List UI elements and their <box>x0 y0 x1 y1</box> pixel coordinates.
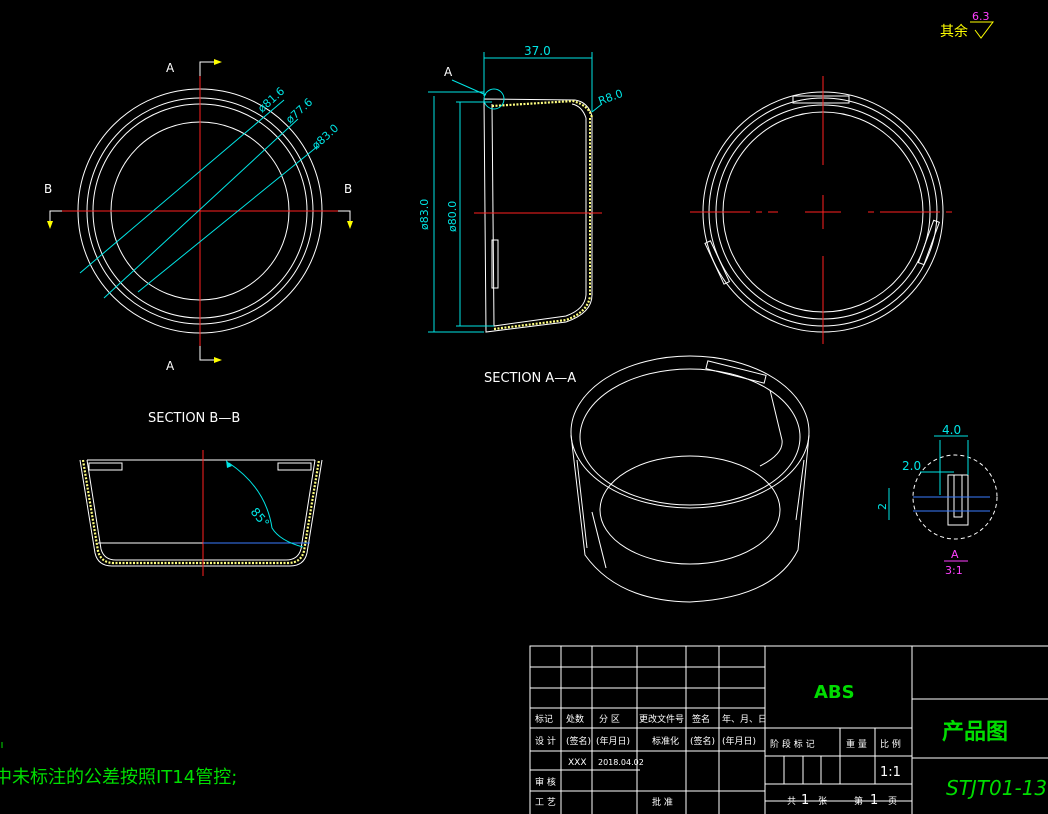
dim-d3: ø83.0 <box>309 122 341 153</box>
roughness-value: 6.3 <box>972 10 990 23</box>
dim-d2: ø77.6 <box>283 96 315 127</box>
tb-scale-value: 1:1 <box>880 765 901 780</box>
tb-process: 工 艺 <box>535 797 556 808</box>
tb-designer: XXX <box>568 758 587 768</box>
detail-scale: 3:1 <box>945 564 963 577</box>
tb-label-sign: 签名 <box>692 713 710 725</box>
dim-outer-dia: ø83.0 <box>418 199 431 230</box>
section-aa-title: SECTION A—A <box>484 371 576 386</box>
detail-a-view: 4.0 2.0 2 A 3:1 <box>876 423 998 577</box>
tb-drawing-number: STJT01-13 <box>946 776 1047 800</box>
tb-sheets-total-suffix: 张 <box>818 796 827 807</box>
tb-design-label: 设 计 <box>535 735 556 747</box>
section-bb-title: SECTION B—B <box>148 411 240 426</box>
tb-weight-label: 重 量 <box>846 738 867 750</box>
tb-sheets-page-prefix: 第 <box>854 795 863 807</box>
tb-sheets-page-suffix: 页 <box>888 796 897 807</box>
detail-dim-side: 2 <box>876 503 889 510</box>
tb-approve: 批 准 <box>652 796 673 808</box>
detail-dim-left: 2.0 <box>902 459 921 473</box>
tb-standard-label: 标准化 <box>652 735 679 747</box>
cad-drawing: 其余 6.3 ø81.6 ø77.6 ø83.0 A A B B A 37.0 … <box>0 10 1048 814</box>
tolerance-note: 中未标注的公差按照IT14管控; <box>0 767 237 788</box>
tb-label-count: 处数 <box>566 713 584 725</box>
dim-angle: 85° <box>248 505 272 530</box>
dim-inner-dia: ø80.0 <box>446 201 459 232</box>
section-marker-a-bottom: A <box>166 359 175 373</box>
isometric-view <box>570 355 810 603</box>
tb-standard-sign: (签名) <box>690 735 715 747</box>
tb-label-change-doc: 更改文件号 <box>639 713 684 725</box>
detail-dim-top: 4.0 <box>942 423 961 437</box>
tb-standard-date: (年月日) <box>722 735 756 747</box>
title-block-text: 标记 处数 分 区 更改文件号 签名 年、月、日 设 计 (签名) (年月日) … <box>535 682 1047 808</box>
tb-sheets-total-prefix: 共 <box>787 796 796 807</box>
section-aa-view: A 37.0 R8.0 ø83.0 ø80.0 SECTION A—A <box>418 44 625 386</box>
dim-radius: R8.0 <box>597 87 625 108</box>
tb-label-date: 年、月、日 <box>722 713 767 725</box>
section-marker-b-right: B <box>344 182 352 196</box>
detail-label: A <box>951 548 959 561</box>
tb-design-date: (年月日) <box>596 735 630 747</box>
tb-drawing-name: 产品图 <box>942 720 1008 745</box>
tb-label-mark: 标记 <box>535 713 553 725</box>
tb-sheets-page: 1 <box>870 793 878 808</box>
section-bb-view: SECTION B—B 85° <box>79 411 323 576</box>
tb-material: ABS <box>814 682 855 703</box>
section-marker-b-left: B <box>44 182 52 196</box>
tb-label-zone: 分 区 <box>599 714 620 725</box>
tb-design-date-value: 2018.04.02 <box>598 758 644 767</box>
roughness-triangle-icon <box>970 21 994 39</box>
tb-sheets-total: 1 <box>801 793 809 808</box>
dim-width: 37.0 <box>524 44 551 58</box>
tb-review: 审 核 <box>535 776 556 788</box>
front-view: ø81.6 ø77.6 ø83.0 A A B B <box>44 59 353 373</box>
tb-scale-label: 比 例 <box>880 738 901 750</box>
roughness-label: 其余 <box>940 23 968 40</box>
tb-design-sign: (签名) <box>566 735 591 747</box>
top-view <box>690 76 958 344</box>
section-marker-a-top: A <box>166 61 175 75</box>
detail-ref-a: A <box>444 65 453 79</box>
surface-roughness-symbol: 其余 6.3 <box>940 10 994 40</box>
tb-stage-label: 阶 段 标 记 <box>770 738 815 750</box>
